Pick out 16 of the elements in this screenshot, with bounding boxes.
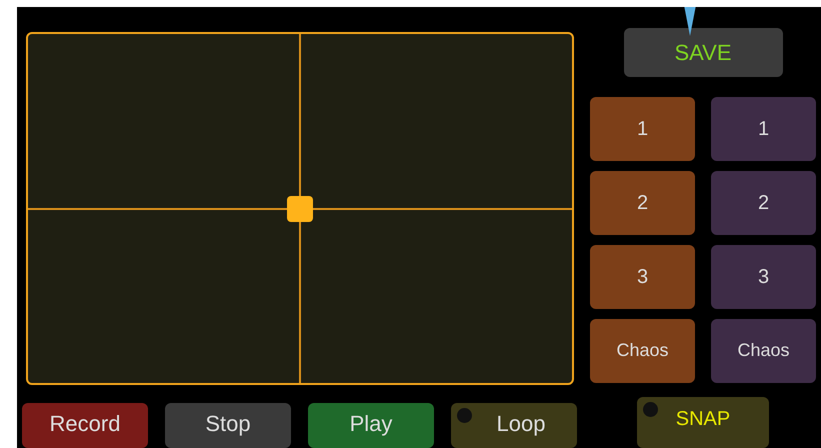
preset-button[interactable]: 3 bbox=[711, 244, 816, 309]
preset-button[interactable]: 3 bbox=[590, 244, 695, 309]
preset-button[interactable]: 2 bbox=[590, 170, 695, 235]
preset-button[interactable]: Chaos bbox=[711, 318, 816, 383]
preset-button[interactable]: 2 bbox=[711, 170, 816, 235]
preset-button[interactable]: Chaos bbox=[590, 318, 695, 383]
xy-pad[interactable] bbox=[26, 32, 574, 385]
snap-toggle[interactable]: SNAP bbox=[637, 396, 769, 448]
transport-button[interactable]: Play bbox=[308, 403, 434, 448]
transport-button[interactable]: Stop bbox=[165, 403, 291, 448]
preset-button[interactable]: 1 bbox=[711, 96, 816, 161]
save-button[interactable]: SAVE bbox=[624, 28, 782, 77]
preset-button[interactable]: 1 bbox=[590, 96, 695, 161]
loop-toggle[interactable]: Loop bbox=[451, 403, 577, 448]
pad-handle[interactable] bbox=[287, 196, 313, 222]
transport-button[interactable]: Record bbox=[22, 403, 148, 448]
